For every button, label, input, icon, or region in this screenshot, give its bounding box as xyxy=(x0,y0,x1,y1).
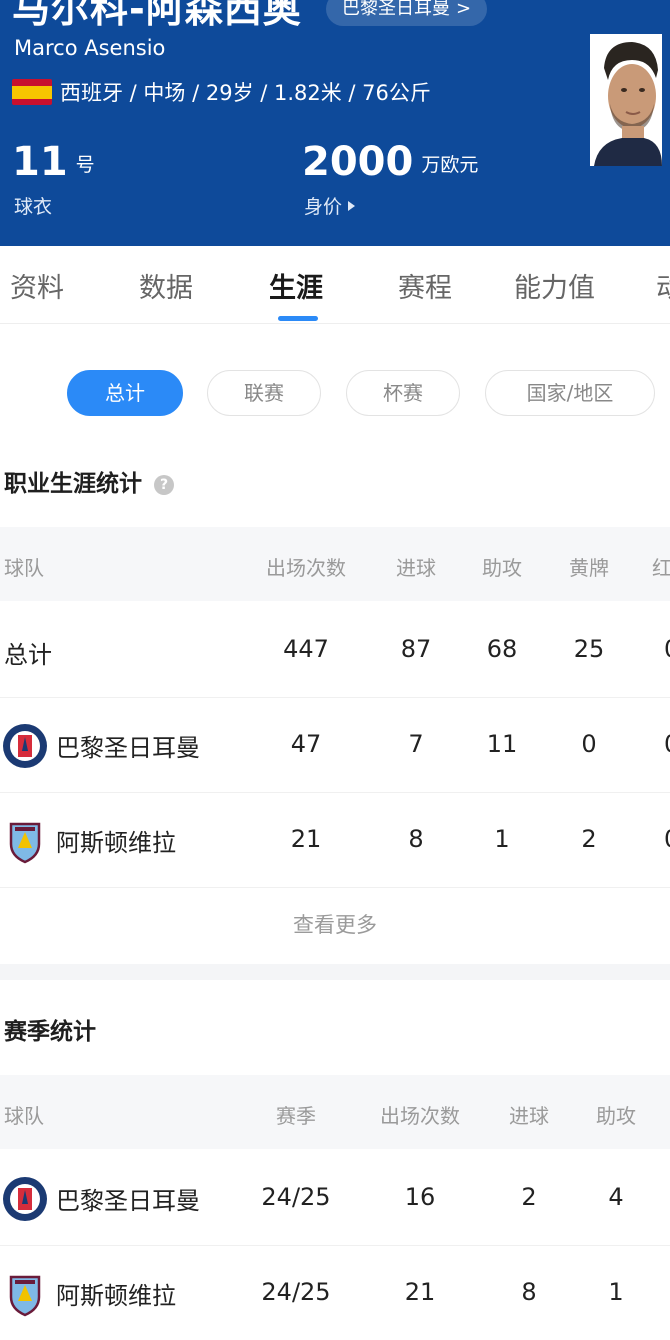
col-team: 球队 xyxy=(4,1104,44,1128)
cell-goals: 87 xyxy=(400,635,432,663)
col-team: 球队 xyxy=(4,556,44,580)
cell-assists: 1 xyxy=(608,1278,624,1306)
market-value-unit: 万欧元 xyxy=(421,154,479,176)
player-header: 马尔科-阿森西奥 巴黎圣日耳曼 > Marco Asensio 西班牙 / 中场 … xyxy=(0,0,670,246)
cell-goals: 2 xyxy=(521,1183,537,1211)
cell-season: 24/25 xyxy=(261,1183,331,1211)
player-name-en: Marco Asensio xyxy=(14,36,166,60)
tab-career[interactable]: 生涯 xyxy=(269,266,323,305)
triangle-right-icon xyxy=(348,201,356,211)
team-name: 阿斯顿维拉 xyxy=(56,1282,176,1310)
col-season: 赛季 xyxy=(276,1104,316,1128)
cell-yellow: 25 xyxy=(573,635,605,663)
cell-apps: 16 xyxy=(404,1183,436,1211)
cell-assists: 68 xyxy=(486,635,518,663)
table-row[interactable]: 阿斯顿维拉 21 8 1 2 0 xyxy=(0,793,670,888)
shirt-number-value: 11 xyxy=(12,139,68,185)
filter-cup[interactable]: 杯赛 xyxy=(346,370,460,416)
section-divider xyxy=(0,964,670,980)
cell-goals: 8 xyxy=(408,825,424,853)
market-value-label: 身价 xyxy=(304,196,343,218)
filter-national[interactable]: 国家/地区 xyxy=(485,370,655,416)
cell-assists: 4 xyxy=(608,1183,624,1211)
market-value: 2000 万欧元 xyxy=(302,138,478,189)
cell-apps: 21 xyxy=(290,825,322,853)
player-portrait xyxy=(590,34,662,166)
col-assists: 助攻 xyxy=(482,556,522,580)
cell-yellow: 0 xyxy=(581,730,597,758)
team-name: 阿斯顿维拉 xyxy=(56,829,176,857)
tab-profile[interactable]: 资料 xyxy=(10,266,64,305)
player-info: 西班牙 / 中场 / 29岁 / 1.82米 / 76公斤 xyxy=(12,76,431,108)
shirt-number-unit: 号 xyxy=(75,154,95,176)
col-apps: 出场次数 xyxy=(266,556,346,580)
view-more-button[interactable]: 查看更多 xyxy=(0,888,670,964)
table-row[interactable]: 阿斯顿维拉 24/25 21 8 1 xyxy=(0,1246,670,1340)
club-link-button[interactable]: 巴黎圣日耳曼 > xyxy=(326,0,488,26)
club-link-label: 巴黎圣日耳曼 xyxy=(342,0,450,19)
tab-ability[interactable]: 能力值 xyxy=(514,266,595,305)
table-row[interactable]: 巴黎圣日耳曼 24/25 16 2 4 xyxy=(0,1151,670,1246)
col-goals: 进球 xyxy=(509,1104,549,1128)
team-name: 巴黎圣日耳曼 xyxy=(56,734,200,762)
profile-tabs: 资料 数据 生涯 赛程 能力值 动 xyxy=(0,246,670,324)
season-stats-title: 赛季统计 xyxy=(4,1019,96,1045)
col-goals: 进球 xyxy=(396,556,436,580)
tab-data[interactable]: 数据 xyxy=(139,266,193,305)
cell-apps: 447 xyxy=(283,635,329,663)
career-stats-title-text: 职业生涯统计 xyxy=(4,471,142,497)
psg-logo-icon xyxy=(3,724,47,768)
shirt-label: 球衣 xyxy=(14,196,53,218)
aston-villa-logo-icon xyxy=(9,822,41,864)
col-apps: 出场次数 xyxy=(380,1104,460,1128)
cell-assists: 1 xyxy=(494,825,510,853)
col-assists: 助攻 xyxy=(596,1104,636,1128)
cell-goals: 7 xyxy=(408,730,424,758)
cell-yellow: 2 xyxy=(581,825,597,853)
active-tab-indicator xyxy=(278,316,318,321)
filter-total[interactable]: 总计 xyxy=(67,370,183,416)
spain-flag-icon xyxy=(12,79,52,105)
cell-assists: 11 xyxy=(486,730,518,758)
cell-apps: 21 xyxy=(404,1278,436,1306)
cell-goals: 8 xyxy=(521,1278,537,1306)
tab-more[interactable]: 动 xyxy=(656,266,670,305)
shirt-number: 11 号 xyxy=(12,138,95,189)
player-info-text: 西班牙 / 中场 / 29岁 / 1.82米 / 76公斤 xyxy=(60,81,431,105)
chevron-right-icon: > xyxy=(456,0,472,19)
aston-villa-logo-icon xyxy=(9,1275,41,1317)
player-name-cn: 马尔科-阿森西奥 xyxy=(12,0,302,31)
cell-apps: 47 xyxy=(290,730,322,758)
team-name: 巴黎圣日耳曼 xyxy=(56,1187,200,1215)
filter-league[interactable]: 联赛 xyxy=(207,370,321,416)
table-row: 总计 447 87 68 25 0 xyxy=(0,603,670,698)
cell-red: 0 xyxy=(664,635,670,663)
help-icon[interactable]: ? xyxy=(154,475,174,495)
row-team-total: 总计 xyxy=(4,641,52,669)
cell-red: 0 xyxy=(664,825,670,853)
cell-season: 24/25 xyxy=(261,1278,331,1306)
career-table-header: 球队 出场次数 进球 助攻 黄牌 红 xyxy=(0,527,670,601)
col-yellow: 黄牌 xyxy=(569,556,609,580)
market-value-link[interactable]: 身价 xyxy=(304,192,356,219)
season-table-header: 球队 赛季 出场次数 进球 助攻 xyxy=(0,1075,670,1149)
psg-logo-icon xyxy=(3,1177,47,1221)
table-row[interactable]: 巴黎圣日耳曼 47 7 11 0 0 xyxy=(0,698,670,793)
career-stats-title: 职业生涯统计? xyxy=(4,464,174,498)
cell-red: 0 xyxy=(664,730,670,758)
tab-schedule[interactable]: 赛程 xyxy=(398,266,452,305)
col-red: 红 xyxy=(652,556,670,580)
market-value-number: 2000 xyxy=(302,139,414,185)
